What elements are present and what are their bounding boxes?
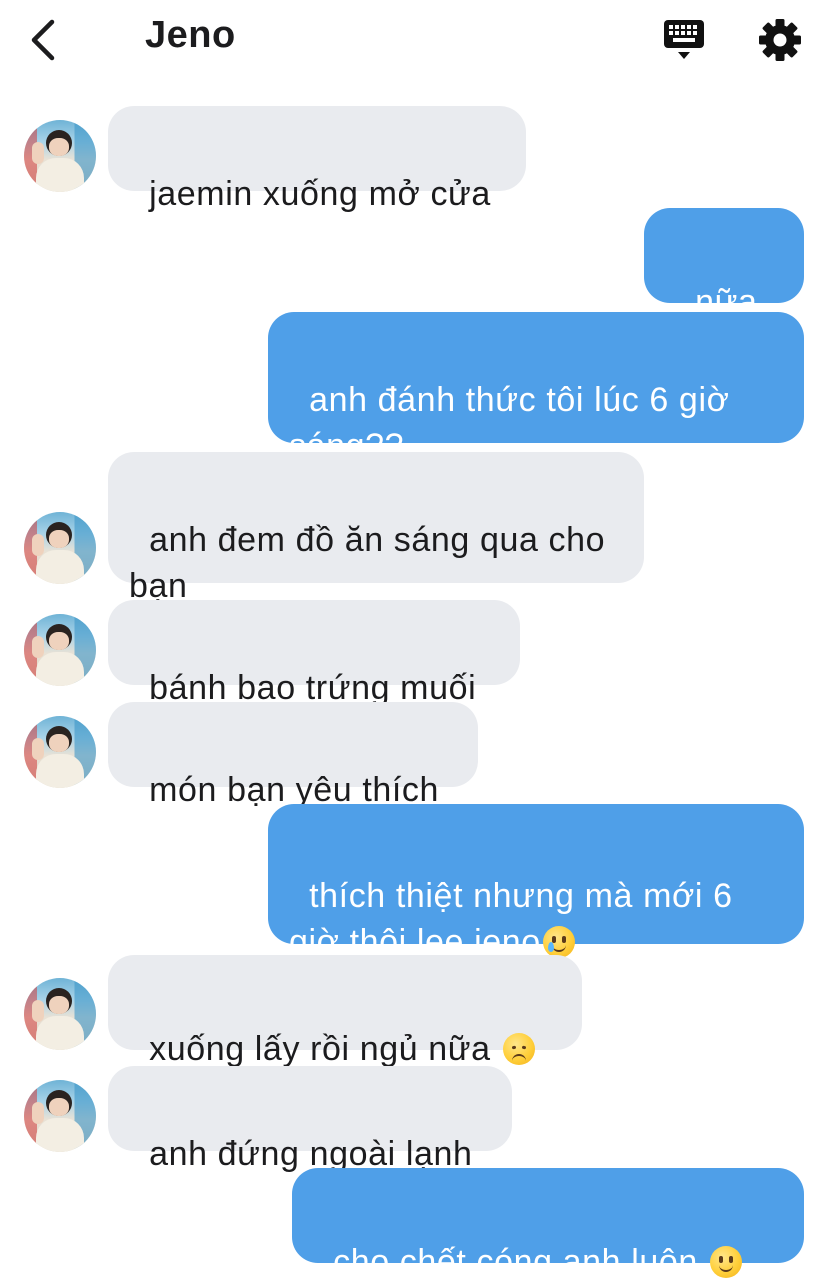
message-bubble-incoming[interactable]: anh đứng ngoài lạnh [108,1066,512,1173]
message-text: xuống lấy rồi ngủ nữa [149,1030,501,1068]
chat-header: Jeno [0,0,828,80]
avatar[interactable] [24,978,96,1050]
message-bubble-outgoing[interactable]: thích thiệt nhưng mà mới 6 giờ thôi lee … [268,804,804,961]
keyboard-icon [664,20,704,59]
message-text: anh đem đồ ăn sáng qua cho bạn [129,521,616,605]
avatar[interactable] [24,1080,96,1152]
gear-icon [759,19,801,61]
message-bubble-outgoing[interactable]: nữa [644,208,804,364]
slightly-smiling-face-icon [709,1246,742,1278]
disappointed-face-icon [502,1033,535,1065]
message-bubble-outgoing[interactable]: anh đánh thức tôi lúc 6 giờ sáng?? [268,312,804,465]
message-bubble-incoming[interactable]: bánh bao trứng muối [108,600,520,707]
message-bubble-incoming[interactable]: xuống lấy rồi ngủ nữa [108,955,582,1068]
chat-title: Jeno [145,14,236,56]
message-bubble-incoming[interactable]: món bạn yêu thích [108,702,478,809]
message-text: cho chết cóng anh luôn [333,1243,708,1281]
keyboard-button[interactable] [660,18,708,62]
message-text: thích thiệt nhưng mà mới 6 giờ thôi lee … [289,877,743,961]
avatar[interactable] [24,120,96,192]
message-text: jaemin xuống mở cửa [149,175,491,213]
settings-button[interactable] [756,16,804,64]
avatar[interactable] [24,716,96,788]
message-bubble-outgoing[interactable]: cho chết cóng anh luôn [292,1168,804,1281]
message-bubble-incoming[interactable]: anh đem đồ ăn sáng qua cho bạn [108,452,644,605]
back-button[interactable] [24,14,68,66]
chevron-left-icon [31,19,55,61]
message-bubble-incoming[interactable]: jaemin xuống mở cửa [108,106,526,213]
avatar[interactable] [24,614,96,686]
sad-tear-face-icon [542,926,575,958]
avatar[interactable] [24,512,96,584]
